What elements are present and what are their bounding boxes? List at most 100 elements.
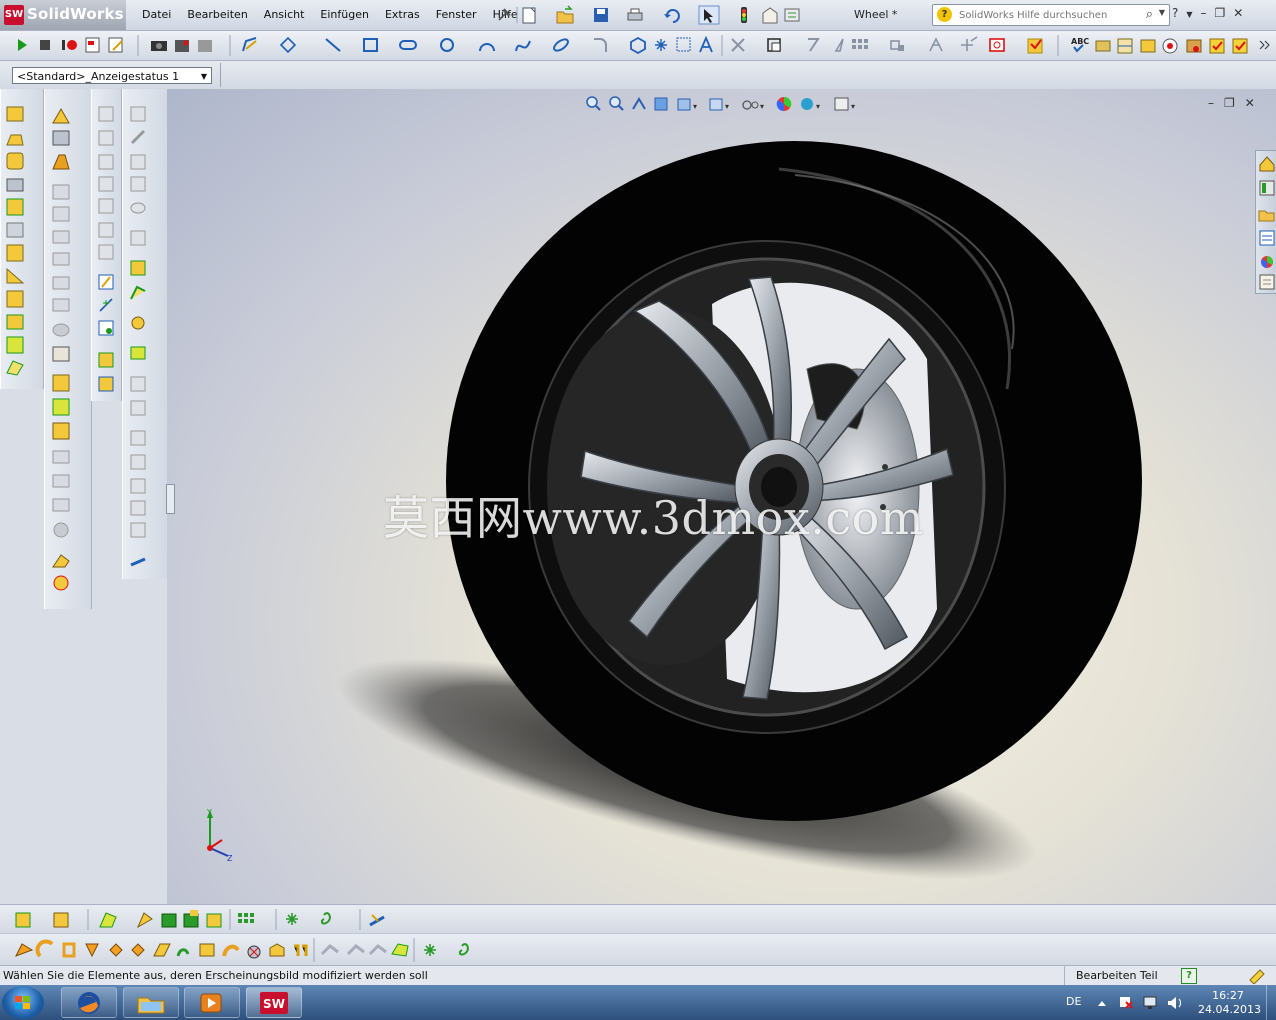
disabled-view-1-icon[interactable] [98, 106, 114, 122]
macro-stop-icon[interactable] [40, 40, 50, 50]
offset-icon[interactable] [767, 38, 781, 52]
feature-extrude-boss-icon[interactable] [14, 943, 34, 957]
feature-sweep-icon[interactable] [62, 942, 76, 958]
macro-edit-icon[interactable] [108, 37, 123, 53]
feature-intersect-icon[interactable] [247, 945, 261, 959]
curves-2-icon[interactable] [458, 943, 469, 956]
show-desktop-button[interactable] [1266, 985, 1276, 1020]
disabled-feature-2-icon[interactable] [346, 944, 365, 956]
checklist-icon[interactable] [1209, 38, 1225, 54]
surface-fill-icon[interactable] [130, 285, 146, 300]
heal-edges-icon[interactable] [52, 346, 70, 362]
boundary-icon[interactable] [6, 244, 24, 262]
search-icon[interactable]: ⌕ [1146, 7, 1153, 22]
disabled-tool-8-icon[interactable] [52, 450, 70, 464]
record-video-icon[interactable] [175, 40, 189, 52]
mirror-icon[interactable] [808, 38, 820, 52]
network-icon[interactable] [1143, 996, 1157, 1009]
zoom-to-fit-icon[interactable] [586, 96, 601, 111]
quick-snaps-icon[interactable] [1027, 38, 1043, 54]
mold-tool-2-icon[interactable] [130, 346, 146, 360]
surface-extend-icon[interactable] [136, 912, 153, 929]
camera-icon[interactable] [151, 41, 167, 51]
rectangle-icon[interactable] [363, 38, 378, 52]
feature-dome-icon[interactable] [222, 944, 240, 957]
pattern-icon[interactable] [238, 913, 254, 923]
open-folder-icon[interactable] [556, 5, 574, 24]
disabled-tool-e-icon[interactable] [130, 202, 146, 214]
start-button[interactable] [2, 986, 44, 1019]
status-help-icon[interactable]: ? [1181, 968, 1197, 984]
disabled-tool-4-icon[interactable] [52, 252, 70, 266]
line-icon[interactable] [325, 38, 341, 52]
volume-icon[interactable] [1168, 997, 1181, 1009]
surface-knit-icon[interactable] [53, 912, 69, 928]
close-icon[interactable]: ✕ [1233, 6, 1243, 24]
disabled-tool-g-icon[interactable] [130, 376, 146, 392]
previous-view-icon[interactable] [632, 97, 646, 110]
sketch-edit-icon[interactable] [98, 274, 114, 290]
surface-replace-icon[interactable] [206, 913, 222, 928]
macro-run-icon[interactable] [18, 39, 27, 51]
solidworks-resources-icon[interactable] [1259, 156, 1275, 172]
custom-properties-icon[interactable] [1259, 274, 1275, 290]
view-orientation-icon[interactable]: ▾ [677, 98, 697, 111]
part-tool-5-icon[interactable] [1186, 39, 1202, 53]
disabled-tool-c-icon[interactable] [130, 154, 146, 170]
tray-expand-icon[interactable] [1098, 1001, 1106, 1006]
part-tool-4-icon[interactable] [1162, 38, 1178, 54]
disabled-view-5-icon[interactable] [98, 198, 114, 214]
disabled-view-4-icon[interactable] [98, 176, 114, 192]
disabled-tool-b-icon[interactable] [130, 129, 146, 145]
minimize-icon[interactable]: – [1201, 6, 1207, 24]
add-relation-icon[interactable] [961, 36, 978, 51]
part-tool-3-icon[interactable] [1140, 39, 1156, 53]
disabled-feature-3-icon[interactable] [368, 944, 387, 956]
swept-icon[interactable] [6, 198, 24, 216]
disabled-tool-10-icon[interactable] [52, 498, 70, 512]
disabled-tool-i-icon[interactable] [130, 430, 146, 446]
ellipse-icon[interactable] [552, 37, 570, 53]
disabled-feature-1-icon[interactable] [320, 944, 339, 956]
checklist-2-icon[interactable] [1232, 38, 1248, 54]
help-search-box[interactable]: ? ⌕ ▼ [932, 4, 1170, 26]
part-tool-2-icon[interactable] [1117, 38, 1133, 54]
taskbar-media-player[interactable] [184, 987, 240, 1018]
apply-scene-icon[interactable]: ▾ [801, 98, 820, 111]
feature-loft-icon[interactable] [85, 943, 99, 958]
surface-offset-icon[interactable] [15, 912, 31, 928]
smart-dimension-icon[interactable] [279, 36, 297, 54]
spline-icon[interactable] [515, 40, 531, 52]
mold-tool-icon[interactable] [131, 316, 145, 330]
taskbar-firefox[interactable] [61, 987, 117, 1018]
disabled-view-6-icon[interactable] [98, 222, 114, 238]
surface-sweep-icon[interactable] [52, 154, 70, 170]
fillet-icon[interactable] [6, 267, 25, 284]
view-settings-icon[interactable]: ▾ [834, 97, 855, 111]
rib-icon[interactable] [6, 314, 24, 330]
disabled-view-2-icon[interactable] [98, 130, 114, 146]
disabled-view-3-icon[interactable] [98, 154, 114, 170]
disabled-tool-6-icon[interactable] [52, 298, 70, 312]
chevron-down-icon[interactable]: ▼ [1186, 6, 1192, 24]
instant3d-icon[interactable] [369, 914, 385, 927]
add-line-icon[interactable] [99, 298, 113, 312]
fillet-sketch-icon[interactable] [594, 38, 607, 52]
extrude-icon[interactable] [6, 134, 24, 146]
restore-icon[interactable]: ❐ [1215, 6, 1226, 24]
disabled-tool-a-icon[interactable] [130, 106, 146, 122]
part-tool-1-icon[interactable] [1095, 40, 1111, 52]
linear-pattern-icon[interactable] [852, 39, 868, 49]
feature-box-icon[interactable] [269, 943, 285, 957]
reference-point-icon[interactable] [286, 913, 298, 925]
select-pointer-icon[interactable] [698, 5, 720, 25]
help-search-input[interactable] [957, 7, 1141, 23]
save-icon[interactable] [594, 8, 608, 22]
stop-video-icon[interactable] [198, 40, 212, 52]
surface-untrim-icon[interactable] [161, 913, 177, 928]
sketch-text-icon[interactable] [676, 37, 691, 52]
display-style-icon[interactable]: ▾ [709, 98, 729, 111]
macro-record-icon[interactable] [62, 40, 77, 50]
menu-ansicht[interactable]: Ansicht [256, 8, 313, 24]
rebuild-traffic-light-icon[interactable] [741, 7, 747, 23]
